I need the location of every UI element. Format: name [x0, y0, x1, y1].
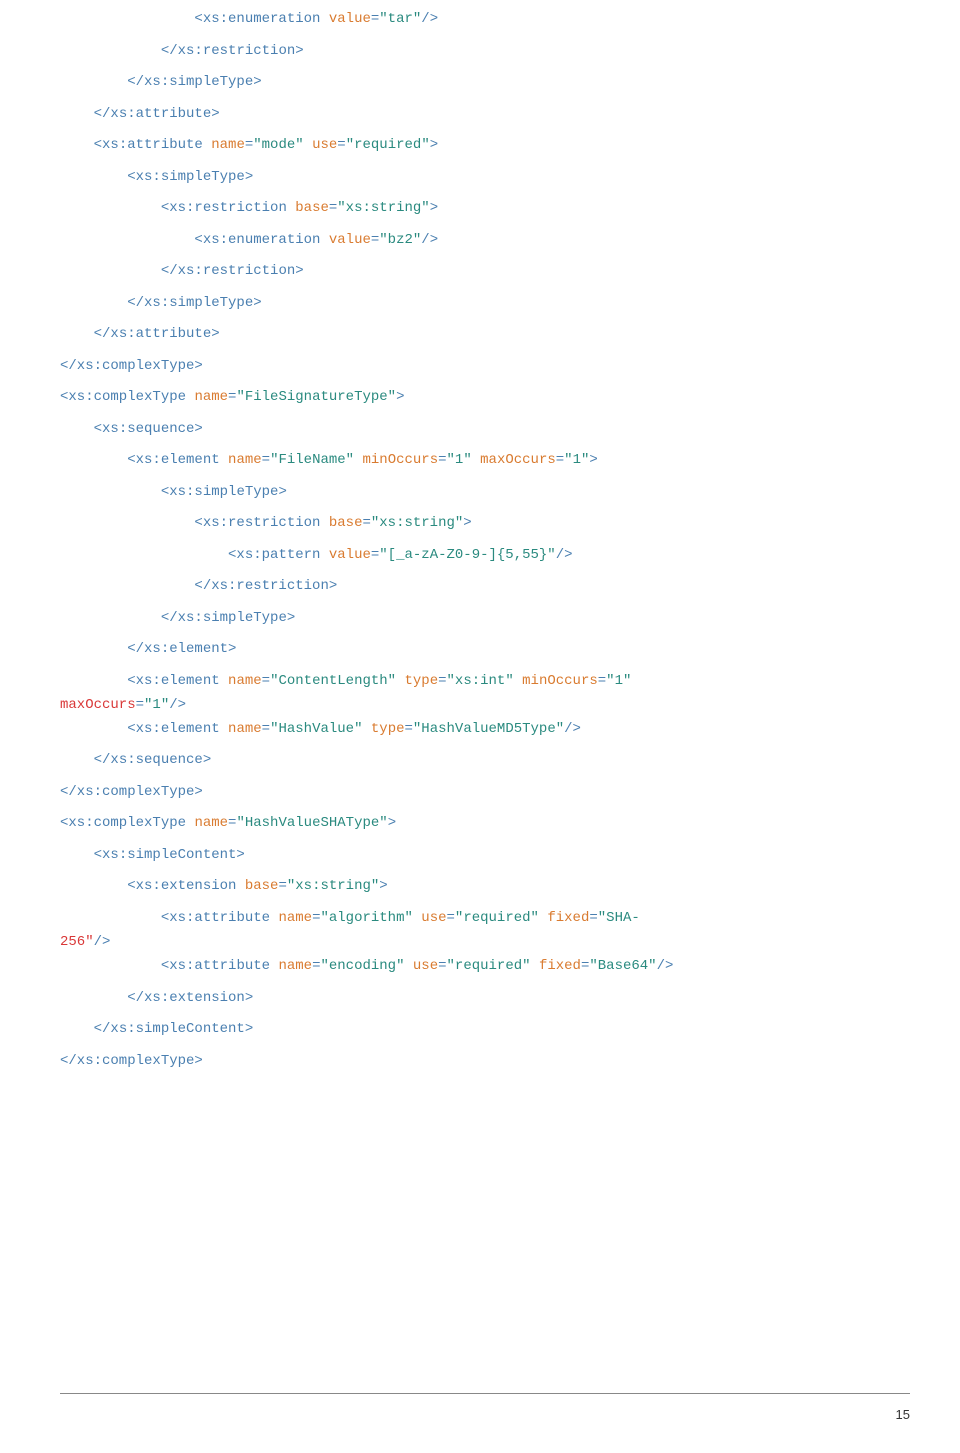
code-line: </xs:element>: [60, 634, 910, 666]
page-footer: 15: [60, 1393, 910, 1429]
code-line: <xs:sequence>: [60, 414, 910, 446]
code-line: </xs:sequence>: [60, 745, 910, 777]
code-line: <xs:simpleType>: [60, 162, 910, 194]
code-line: <xs:attribute name="mode" use="required"…: [60, 130, 910, 162]
code-line: </xs:simpleType>: [60, 67, 910, 99]
code-line: <xs:restriction base="xs:string">: [60, 193, 910, 225]
code-line: </xs:complexType>: [60, 351, 910, 383]
code-line: <xs:element name="FileName" minOccurs="1…: [60, 445, 910, 477]
document-page: <xs:enumeration value="tar"/> </xs:restr…: [0, 0, 960, 1453]
code-line: </xs:extension>: [60, 983, 910, 1015]
code-line: <xs:enumeration value="tar"/>: [60, 4, 910, 36]
page-number: 15: [60, 1400, 910, 1429]
code-line: </xs:restriction>: [60, 256, 910, 288]
code-line: <xs:enumeration value="bz2"/>: [60, 225, 910, 257]
code-line: </xs:simpleContent>: [60, 1014, 910, 1046]
code-line: <xs:element name="HashValue" type="HashV…: [60, 714, 910, 746]
code-line: <xs:complexType name="HashValueSHAType">: [60, 808, 910, 840]
code-line: </xs:complexType>: [60, 1046, 910, 1078]
code-line: <xs:restriction base="xs:string">: [60, 508, 910, 540]
code-line: </xs:simpleType>: [60, 603, 910, 635]
code-line: </xs:simpleType>: [60, 288, 910, 320]
code-line: <xs:attribute name="algorithm" use="requ…: [60, 903, 910, 935]
code-line: <xs:attribute name="encoding" use="requi…: [60, 951, 910, 983]
code-line: maxOccurs="1"/>: [60, 697, 910, 714]
code-line: </xs:attribute>: [60, 319, 910, 351]
code-line: </xs:complexType>: [60, 777, 910, 809]
code-line: </xs:attribute>: [60, 99, 910, 131]
code-line: </xs:restriction>: [60, 571, 910, 603]
footer-divider: [60, 1393, 910, 1394]
code-line: <xs:extension base="xs:string">: [60, 871, 910, 903]
code-line: <xs:simpleType>: [60, 477, 910, 509]
code-line: <xs:complexType name="FileSignatureType"…: [60, 382, 910, 414]
code-line: <xs:simpleContent>: [60, 840, 910, 872]
code-line: <xs:element name="ContentLength" type="x…: [60, 666, 910, 698]
code-line: </xs:restriction>: [60, 36, 910, 68]
code-line: 256"/>: [60, 934, 910, 951]
code-line: <xs:pattern value="[_a-zA-Z0-9-]{5,55}"/…: [60, 540, 910, 572]
